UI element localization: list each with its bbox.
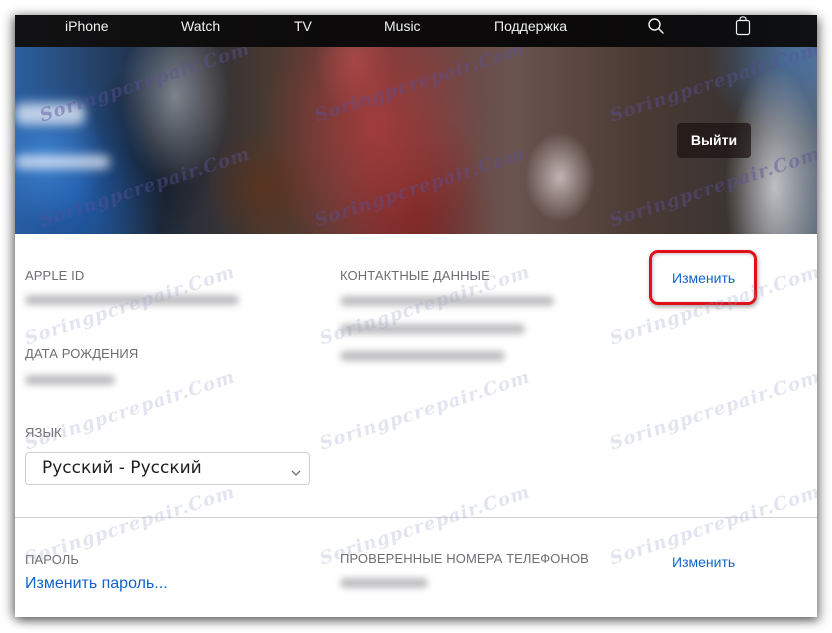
- search-icon[interactable]: [647, 17, 667, 37]
- change-password-link[interactable]: Изменить пароль...: [25, 575, 168, 593]
- nav-item-music[interactable]: Music: [384, 15, 421, 47]
- nav-item-support[interactable]: Поддержка: [494, 15, 567, 47]
- watermark: Soringpcrepair.Com: [312, 143, 528, 232]
- watermark: Soringpcrepair.Com: [312, 47, 528, 127]
- nav-item-label: Поддержка: [494, 18, 568, 34]
- language-selected-value: Русский - Русский: [42, 458, 202, 478]
- apple-id-label: APPLE ID: [25, 268, 85, 283]
- shopping-bag-icon[interactable]: [735, 16, 753, 38]
- contact-info-label: КОНТАКТНЫЕ ДАННЫЕ: [340, 268, 490, 283]
- watermark: Soringpcrepair.Com: [607, 366, 817, 455]
- nav-item-watch[interactable]: Watch: [181, 15, 220, 47]
- apple-id-value: [blurred email]: [25, 295, 239, 305]
- contact-email: [blurred email 2]: [340, 324, 525, 334]
- chevron-down-icon: [291, 464, 301, 476]
- trusted-phones-label: ПРОВЕРЕННЫЕ НОМЕРА ТЕЛЕФОНОВ: [340, 551, 589, 566]
- nav-item-iphone[interactable]: iPhone: [65, 15, 109, 47]
- nav-item-tv[interactable]: TV: [294, 15, 312, 47]
- user-name-blurred: [blurred name]: [15, 103, 85, 125]
- nav-item-label: Music: [384, 18, 421, 34]
- nav-item-label: TV: [294, 18, 312, 34]
- page-frame: iPhone Watch TV Music Поддержка [blurred…: [15, 15, 817, 617]
- section-divider: [15, 517, 817, 518]
- nav-item-label: iPhone: [65, 18, 109, 34]
- user-email-blurred: [blurred email]: [15, 155, 110, 169]
- birthday-label: ДАТА РОЖДЕНИЯ: [25, 346, 139, 361]
- contact-email: [blurred email 3]: [340, 351, 505, 361]
- nav-item-label: Watch: [181, 18, 221, 34]
- password-label: ПАРОЛЬ: [25, 552, 80, 567]
- language-select[interactable]: Русский - Русский: [25, 452, 310, 485]
- birthday-value: [blurred date]: [25, 375, 115, 385]
- edit-security-button[interactable]: Изменить: [672, 554, 735, 570]
- language-label: ЯЗЫК: [25, 425, 62, 440]
- contact-email: [blurred email 1]: [340, 296, 554, 306]
- account-hero: [blurred name] [blurred email] Soringpcr…: [15, 47, 817, 234]
- watermark: Soringpcrepair.Com: [607, 47, 817, 127]
- global-nav: iPhone Watch TV Music Поддержка: [15, 15, 817, 47]
- edit-account-button[interactable]: Изменить: [672, 270, 735, 286]
- trusted-phone-value: [blurred phone]: [340, 578, 428, 588]
- sign-out-button[interactable]: Выйти: [677, 123, 751, 158]
- watermark: Soringpcrepair.Com: [317, 366, 533, 455]
